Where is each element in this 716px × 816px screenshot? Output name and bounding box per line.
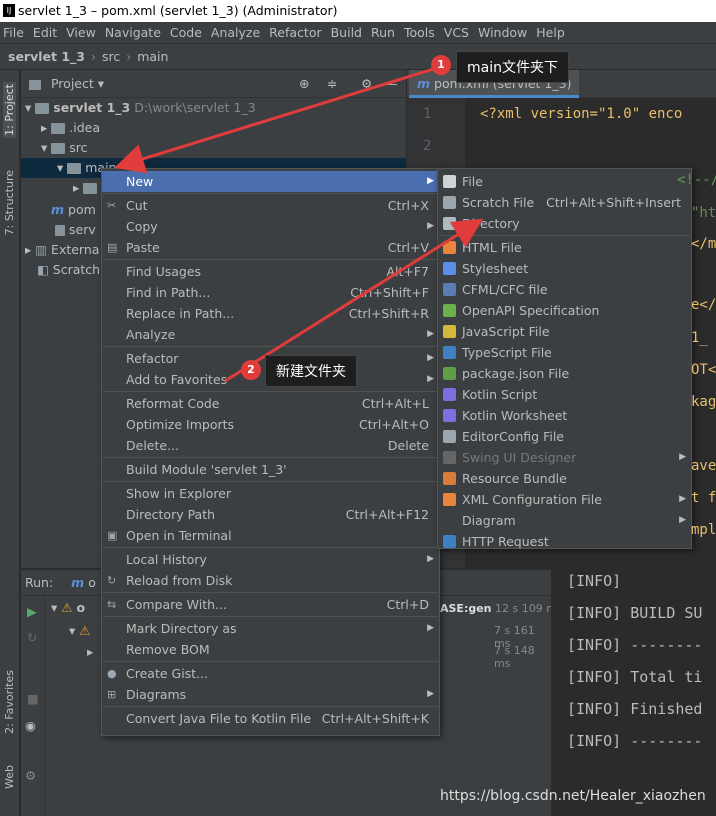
code-fragment: t f <box>691 490 716 506</box>
callout-label: 新建文件夹 <box>265 355 357 387</box>
code-fragment: 1_ <box>691 330 708 346</box>
callout-label: main文件夹下 <box>456 51 569 83</box>
callout-badge: 2 <box>241 360 261 380</box>
arrow-1 <box>114 65 441 174</box>
code-fragment: <!--//m <box>677 172 716 188</box>
code-fragment: "ht <box>691 205 716 221</box>
annotation-arrows <box>114 65 484 383</box>
code-fragment: mpl <box>691 522 716 538</box>
callout-badge: 1 <box>431 55 451 75</box>
code-fragment: e</ <box>691 297 716 313</box>
code-fragment: </m <box>691 236 716 252</box>
code-fragment: OT< <box>691 362 716 378</box>
watermark: https://blog.csdn.net/Healer_xiaozhen <box>440 788 706 804</box>
code-fragment: ave <box>691 458 716 474</box>
code-fragment: kag <box>691 394 716 410</box>
